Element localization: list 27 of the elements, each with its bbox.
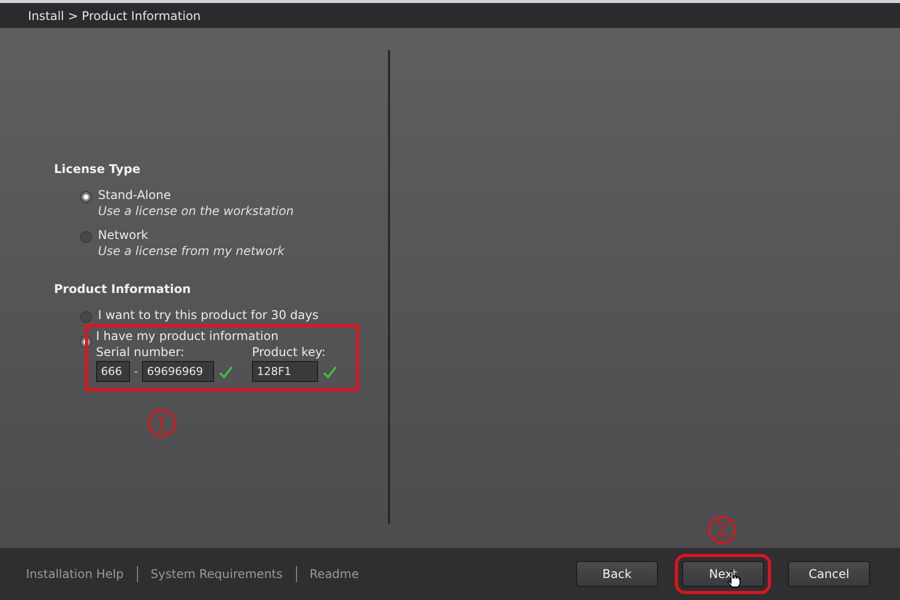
back-button[interactable]: Back (576, 561, 658, 587)
section-heading: Product Information (54, 282, 192, 296)
footer-link[interactable]: Readme (310, 567, 359, 581)
option-description: Use a license on the workstation (98, 204, 294, 218)
radio-button[interactable] (80, 311, 92, 323)
option-label: Network (98, 228, 150, 242)
field-label: Product key: (252, 345, 327, 359)
footer-link[interactable]: Installation Help (26, 567, 124, 581)
radio-button[interactable] (80, 231, 92, 243)
radio-button[interactable] (80, 191, 92, 203)
serial-prefix-field[interactable]: 666 (96, 361, 130, 382)
footer-link[interactable]: System Requirements (150, 567, 283, 581)
option-label: Stand-Alone (98, 188, 172, 202)
option-label: I want to try this product for 30 days (98, 308, 318, 322)
product-key-field[interactable]: 128F1 (252, 361, 318, 382)
option-label: I have my product information (96, 329, 280, 343)
serial-number-field[interactable]: 69696969 (142, 361, 214, 382)
separator: - (134, 365, 138, 378)
field-label: Serial number: (96, 345, 186, 359)
section-heading: License Type (54, 162, 142, 176)
breadcrumb: Install > Product Information (28, 8, 201, 22)
option-description: Use a license from my network (98, 244, 284, 258)
annotation-number: 1 (148, 409, 176, 437)
annotation-number: 2 (708, 516, 736, 544)
cancel-button[interactable]: Cancel (788, 561, 870, 587)
check-icon (218, 364, 234, 378)
check-icon (322, 364, 338, 378)
